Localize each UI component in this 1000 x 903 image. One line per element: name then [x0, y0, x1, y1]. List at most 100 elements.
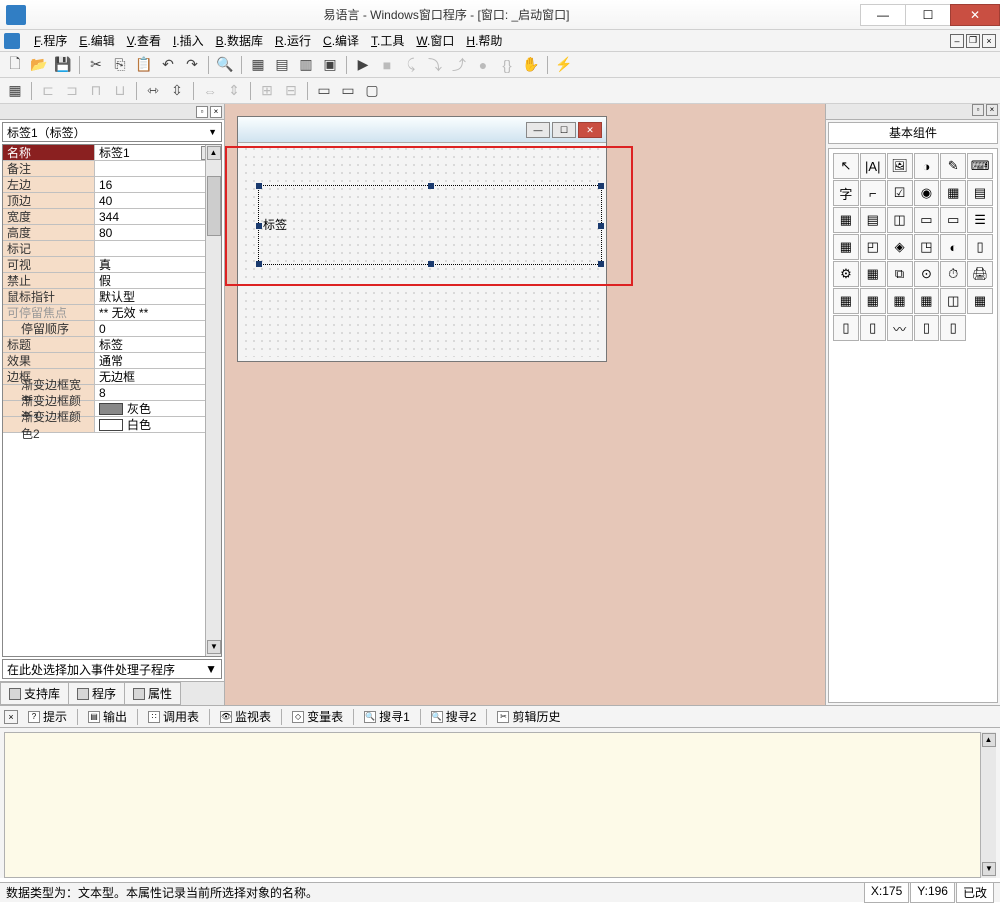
menu-item-3[interactable]: I.插入 [167, 30, 210, 51]
bring-front-button[interactable]: ▭ [313, 80, 335, 102]
property-value[interactable]: 8 [95, 385, 221, 400]
send-back-button[interactable]: ▭ [337, 80, 359, 102]
palette-button-4[interactable]: ✎ [940, 153, 966, 179]
props-float-icon[interactable]: ▫ [196, 106, 208, 118]
menu-item-0[interactable]: F.程序 [28, 30, 73, 51]
palette-button-16[interactable]: ▭ [940, 207, 966, 233]
mdi-restore-icon[interactable]: ❐ [966, 34, 980, 48]
window-minimize-button[interactable]: — [860, 4, 906, 26]
mdi-minimize-icon[interactable]: – [950, 34, 964, 48]
property-value[interactable]: 80 [95, 225, 221, 240]
palette-button-36[interactable]: ▯ [833, 315, 859, 341]
property-row[interactable]: 渐变边框颜色2白色 [3, 417, 221, 433]
palette-button-25[interactable]: ▦ [860, 261, 886, 287]
palette-button-27[interactable]: ⊙ [914, 261, 940, 287]
same-height-button[interactable]: ⇳ [166, 80, 188, 102]
object-selector[interactable]: 标签1（标签） ▼ [2, 122, 222, 142]
palette-button-37[interactable]: ▯ [860, 315, 886, 341]
property-row[interactable]: 效果通常 [3, 353, 221, 369]
same-width-button[interactable]: ⇿ [142, 80, 164, 102]
palette-button-24[interactable]: ⚙ [833, 261, 859, 287]
palette-button-21[interactable]: ◳ [914, 234, 940, 260]
props-close-icon[interactable]: × [210, 106, 222, 118]
property-value[interactable]: 16 [95, 177, 221, 192]
bottom-tab-0[interactable]: ?提示 [22, 706, 73, 727]
palette-button-19[interactable]: ◰ [860, 234, 886, 260]
palette-button-14[interactable]: ◫ [887, 207, 913, 233]
property-value[interactable]: 标签1… [95, 145, 221, 160]
menu-item-4[interactable]: B.数据库 [210, 30, 269, 51]
palette-button-12[interactable]: ▦ [833, 207, 859, 233]
bottom-tab-7[interactable]: ✂剪辑历史 [491, 706, 566, 727]
palette-float-icon[interactable]: ▫ [972, 104, 984, 116]
bottom-tab-2[interactable]: ∷调用表 [142, 706, 205, 727]
bottom-tab-3[interactable]: 👁监视表 [214, 706, 277, 727]
tab-properties[interactable]: 属性 [124, 682, 181, 705]
palette-button-33[interactable]: ▦ [914, 288, 940, 314]
palette-button-23[interactable]: ▯ [967, 234, 993, 260]
palette-button-5[interactable]: ⌨ [967, 153, 993, 179]
palette-button-1[interactable]: |A| [860, 153, 886, 179]
palette-button-39[interactable]: ▯ [914, 315, 940, 341]
property-value[interactable]: 40 [95, 193, 221, 208]
palette-button-31[interactable]: ▦ [860, 288, 886, 314]
menu-item-8[interactable]: W.窗口 [410, 30, 460, 51]
menu-item-9[interactable]: H.帮助 [460, 30, 508, 51]
property-row[interactable]: 备注 [3, 161, 221, 177]
property-value[interactable]: 0 [95, 321, 221, 336]
property-value[interactable] [95, 161, 221, 176]
palette-close-icon[interactable]: × [986, 104, 998, 116]
form-designer[interactable]: — ☐ ✕ 标签 [225, 104, 825, 705]
open-button[interactable]: 📂 [28, 54, 50, 76]
window-maximize-button[interactable]: ☐ [905, 4, 951, 26]
property-value[interactable]: 默认型 [95, 289, 221, 304]
event-selector[interactable]: 在此处选择加入事件处理子程序 ▼ [2, 659, 222, 679]
palette-button-11[interactable]: ▤ [967, 180, 993, 206]
layout1-button[interactable]: ▦ [247, 54, 269, 76]
bottom-close-icon[interactable]: × [4, 710, 18, 724]
property-row[interactable]: 宽度344 [3, 209, 221, 225]
palette-button-0[interactable]: ↖ [833, 153, 859, 179]
palette-button-10[interactable]: ▦ [940, 180, 966, 206]
bottom-tab-4[interactable]: ◇变量表 [286, 706, 349, 727]
property-row[interactable]: 顶边40 [3, 193, 221, 209]
bottom-tab-1[interactable]: ▤输出 [82, 706, 133, 727]
layout4-button[interactable]: ▣ [319, 54, 341, 76]
scroll-up-icon[interactable]: ▲ [982, 733, 996, 747]
paste-button[interactable]: 📋 [133, 54, 155, 76]
copy-button[interactable]: ⎘ [109, 54, 131, 76]
palette-button-34[interactable]: ◫ [940, 288, 966, 314]
property-row[interactable]: 可停留焦点** 无效 ** [3, 305, 221, 321]
new-button[interactable]: 🗋 [4, 54, 26, 76]
bottom-tab-5[interactable]: 🔍搜寻1 [358, 706, 416, 727]
property-row[interactable]: 标记 [3, 241, 221, 257]
property-value[interactable]: ** 无效 ** [95, 305, 221, 320]
property-row[interactable]: 标题标签 [3, 337, 221, 353]
scroll-down-icon[interactable]: ▼ [982, 862, 996, 876]
property-value[interactable] [95, 241, 221, 256]
menu-item-2[interactable]: V.查看 [121, 30, 167, 51]
palette-button-40[interactable]: ▯ [940, 315, 966, 341]
mdi-close-icon[interactable]: × [982, 34, 996, 48]
console-scrollbar[interactable]: ▲ ▼ [980, 732, 996, 878]
layout2-button[interactable]: ▤ [271, 54, 293, 76]
palette-button-26[interactable]: ⧉ [887, 261, 913, 287]
cut-button[interactable]: ✂ [85, 54, 107, 76]
palette-button-3[interactable]: ◑ [914, 153, 940, 179]
palette-button-13[interactable]: ▤ [860, 207, 886, 233]
bottom-tab-6[interactable]: 🔍搜寻2 [425, 706, 483, 727]
output-console[interactable]: ▲ ▼ [4, 732, 996, 878]
property-value[interactable]: 344 [95, 209, 221, 224]
redo-button[interactable]: ↷ [181, 54, 203, 76]
palette-button-9[interactable]: ◉ [914, 180, 940, 206]
grid-button[interactable]: ▦ [4, 80, 26, 102]
property-row[interactable]: 鼠标指针默认型 [3, 289, 221, 305]
run-button[interactable]: ▶ [352, 54, 374, 76]
property-row[interactable]: 停留顺序0 [3, 321, 221, 337]
palette-button-22[interactable]: ◐ [940, 234, 966, 260]
property-row[interactable]: 名称标签1… [3, 145, 221, 161]
property-value[interactable]: 真 [95, 257, 221, 272]
palette-button-35[interactable]: ▦ [967, 288, 993, 314]
lock-button[interactable]: ▢ [361, 80, 383, 102]
palette-button-32[interactable]: ▦ [887, 288, 913, 314]
